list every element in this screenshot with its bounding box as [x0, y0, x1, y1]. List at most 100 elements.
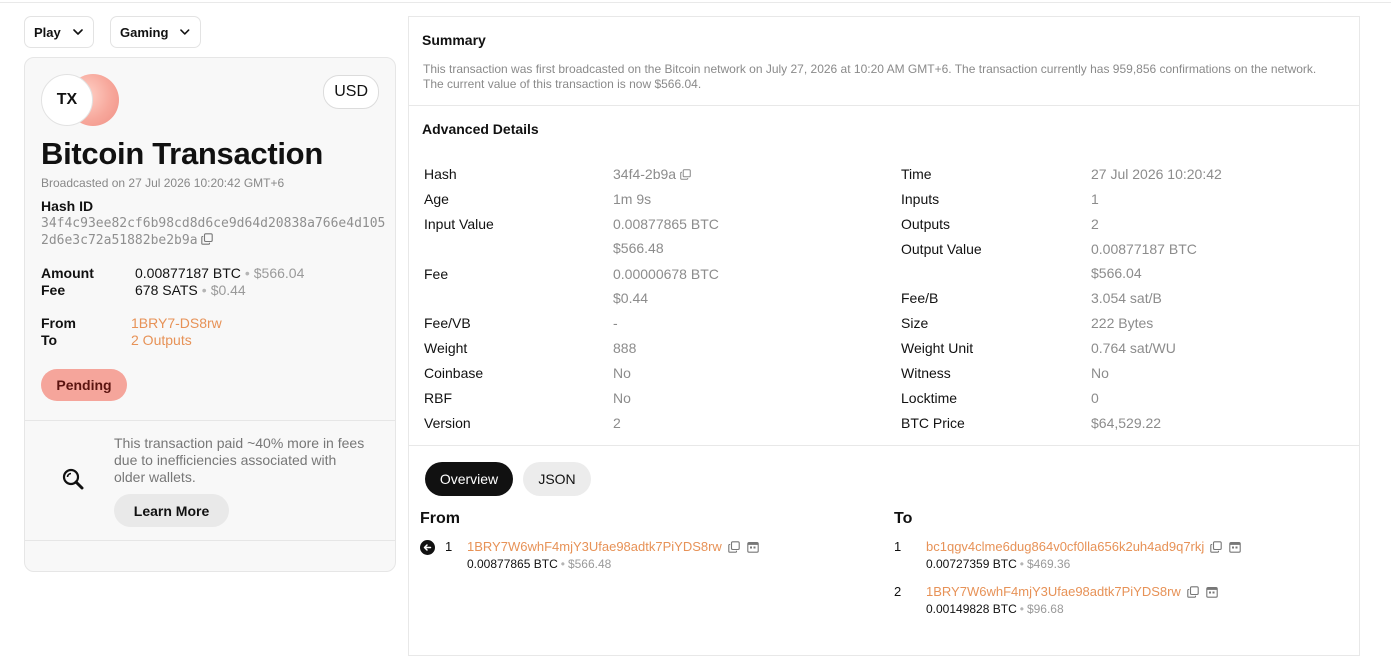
to-label: To [41, 332, 58, 348]
detail-value-fee-b: 3.054 sat/B [1091, 290, 1162, 306]
detail-label-witness: Witness [901, 365, 951, 381]
to-item-address: 1BRY7W6whF4mjY3Ufae98adtk7PiYDS8rw [926, 584, 1218, 599]
status-badge: Pending [41, 369, 127, 401]
detail-value-input-usd: $566.48 [613, 240, 664, 256]
details-panel: Summary This transaction was first broad… [408, 16, 1360, 656]
page-title: Bitcoin Transaction [41, 136, 323, 171]
qr-code-icon[interactable] [1229, 541, 1242, 553]
detail-value-age: 1m 9s [613, 191, 652, 207]
copy-icon[interactable] [1187, 585, 1199, 598]
detail-value-rbf: No [613, 390, 631, 406]
magnifier-icon [62, 468, 84, 490]
detail-label-time: Time [901, 166, 932, 182]
copy-icon[interactable] [680, 168, 691, 180]
to-item-index: 1 [894, 539, 902, 554]
qr-code-icon[interactable] [747, 541, 759, 553]
from-address-link[interactable]: 1BRY7-DS8rw [131, 315, 222, 331]
to-item-btc: 0.00149828 BTC [926, 602, 1017, 616]
to-item-usd: $96.68 [1026, 602, 1064, 616]
to-item-address: bc1qgv4clme6dug864v0cf0lla656k2uh4ad9q7r… [926, 539, 1242, 554]
transaction-card: TX USD Bitcoin Transaction Broadcasted o… [24, 57, 396, 572]
detail-value-version: 2 [613, 415, 621, 431]
fee-label: Fee [41, 282, 66, 298]
from-item-usd: $566.48 [567, 557, 612, 571]
to-outputs-link[interactable]: 2 Outputs [131, 332, 192, 348]
broadcast-timestamp: Broadcasted on 27 Jul 2026 10:20:42 GMT+… [41, 176, 285, 190]
detail-label-inputs: Inputs [901, 191, 940, 207]
detail-label-coinbase: Coinbase [424, 365, 484, 381]
amount-label: Amount [41, 265, 94, 281]
detail-label-outputs: Outputs [901, 216, 951, 232]
tab-overview[interactable]: Overview [425, 462, 513, 496]
fee-sats: 678 SATS [135, 282, 198, 298]
hash-id-label: Hash ID [41, 198, 94, 214]
fee-value: 678 SATS • $0.44 [135, 282, 246, 298]
tx-logo: TX [41, 74, 121, 126]
to-address-link[interactable]: bc1qgv4clme6dug864v0cf0lla656k2uh4ad9q7r… [926, 539, 1204, 554]
detail-value-inputs: 1 [1091, 191, 1099, 207]
detail-value-outputs: 2 [1091, 216, 1099, 232]
hash-id-text: 34f4c93ee82cf6b98cd8d6ce9d64d20838a766e4… [41, 216, 386, 248]
fee-tip-text: This transaction paid ~40% more in fees … [114, 435, 365, 485]
tab-json[interactable]: JSON [523, 462, 591, 496]
detail-value-size: 222 Bytes [1091, 315, 1154, 331]
from-label: From [41, 315, 76, 331]
to-address-link[interactable]: 1BRY7W6whF4mjY3Ufae98adtk7PiYDS8rw [926, 584, 1181, 599]
copy-icon[interactable] [728, 540, 740, 553]
amount-usd: $566.04 [253, 265, 305, 281]
from-section-title: From [420, 510, 460, 527]
section-divider [409, 105, 1359, 106]
learn-more-button[interactable]: Learn More [114, 494, 229, 527]
detail-value-weight-unit: 0.764 sat/WU [1091, 340, 1176, 356]
section-divider [409, 445, 1359, 446]
detail-value-weight: 888 [613, 340, 637, 356]
fee-usd: $0.44 [210, 282, 246, 298]
qr-code-icon[interactable] [1206, 586, 1218, 598]
detail-value-hash: 34f4-2b9a [613, 166, 691, 182]
play-dropdown-label: Play [34, 24, 61, 40]
detail-label-btc-price: BTC Price [901, 415, 965, 431]
logo-tx-badge: TX [41, 74, 93, 126]
chevron-down-icon [72, 29, 83, 35]
copy-icon[interactable] [1210, 540, 1223, 553]
card-divider [25, 420, 395, 421]
detail-label-version: Version [424, 415, 471, 431]
from-item-index: 1 [445, 539, 453, 554]
detail-label-fee-vb: Fee/VB [424, 315, 471, 331]
detail-value-witness: No [1091, 365, 1109, 381]
to-item-amount: 0.00727359 BTC • $469.36 [926, 557, 1071, 571]
detail-label-size: Size [901, 315, 929, 331]
from-item-amount: 0.00877865 BTC • $566.48 [467, 557, 612, 571]
detail-label-input-value: Input Value [424, 216, 494, 232]
detail-value-fee-btc: 0.00000678 BTC [613, 266, 719, 282]
copy-icon[interactable] [200, 233, 213, 245]
detail-label-locktime: Locktime [901, 390, 958, 406]
currency-toggle-button[interactable]: USD [323, 75, 379, 109]
detail-label-weight-unit: Weight Unit [901, 340, 974, 356]
detail-label-fee: Fee [424, 266, 449, 282]
detail-value-locktime: 0 [1091, 390, 1099, 406]
detail-label-hash: Hash [424, 166, 457, 182]
summary-text: This transaction was first broadcasted o… [423, 62, 1317, 91]
gaming-dropdown[interactable]: Gaming [110, 16, 201, 48]
detail-value-input-btc: 0.00877865 BTC [613, 216, 719, 232]
detail-label-age: Age [424, 191, 449, 207]
summary-title: Summary [422, 32, 486, 48]
detail-value-coinbase: No [613, 365, 631, 381]
to-section-title: To [894, 510, 913, 527]
amount-btc: 0.00877187 BTC [135, 265, 241, 281]
detail-label-weight: Weight [424, 340, 468, 356]
advanced-details-title: Advanced Details [422, 121, 539, 137]
gaming-dropdown-label: Gaming [120, 24, 169, 40]
hash-id-value: 34f4c93ee82cf6b98cd8d6ce9d64d20838a766e4… [41, 215, 386, 249]
detail-label-rbf: RBF [424, 390, 452, 406]
play-dropdown[interactable]: Play [24, 16, 94, 48]
top-divider [0, 0, 1391, 3]
detail-label-fee-b: Fee/B [901, 290, 939, 306]
amount-value: 0.00877187 BTC • $566.04 [135, 265, 305, 281]
from-address-link[interactable]: 1BRY7W6whF4mjY3Ufae98adtk7PiYDS8rw [467, 539, 722, 554]
chevron-down-icon [180, 29, 190, 35]
detail-value-btc-price: $64,529.22 [1091, 415, 1162, 431]
detail-value-time: 27 Jul 2026 10:20:42 [1091, 166, 1222, 182]
hash-short: 34f4-2b9a [613, 166, 677, 182]
